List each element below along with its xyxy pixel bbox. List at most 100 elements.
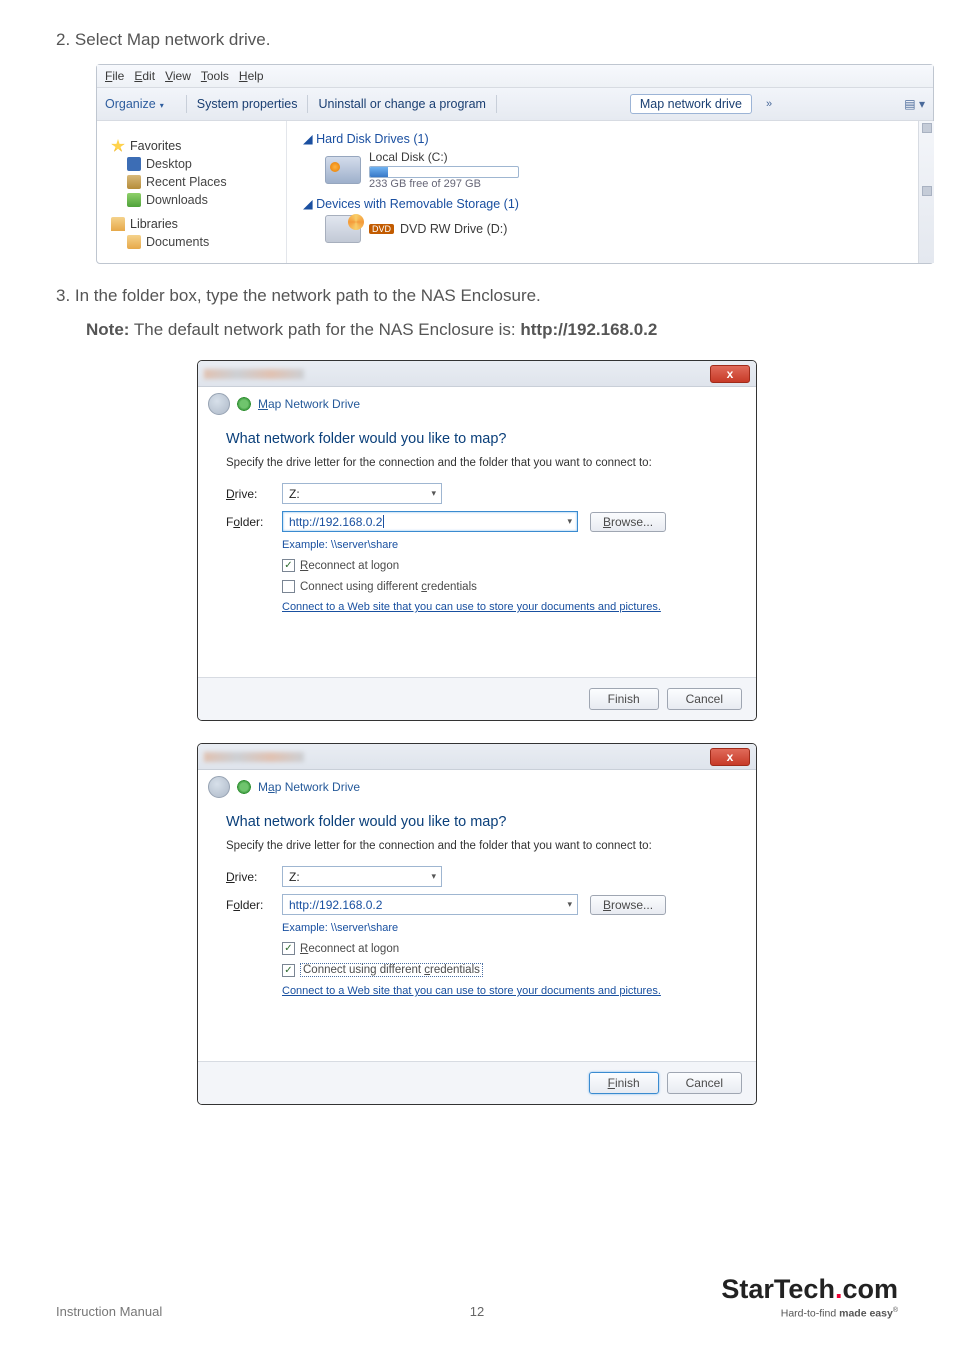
step-3-text: 3. In the folder box, type the network p… (56, 286, 898, 306)
reconnect-checkbox-row[interactable]: ✓ Reconnect at logon (282, 942, 728, 955)
system-properties-button[interactable]: System properties (197, 97, 298, 111)
finish-button[interactable]: Finish (589, 1072, 659, 1094)
scrollbar[interactable] (918, 121, 934, 263)
dialog-crumb: Map Network Drive (198, 770, 756, 806)
step-2-text: 2. Select Map network drive. (56, 30, 898, 50)
note-line: Note: The default network path for the N… (86, 320, 898, 340)
web-site-link[interactable]: Connect to a Web site that you can use t… (282, 601, 661, 613)
title-blur (204, 752, 304, 762)
close-button[interactable]: x (710, 748, 750, 766)
dialog-titlebar: x (198, 361, 756, 387)
checkbox-icon: ✓ (282, 942, 295, 955)
checkbox-icon: ✓ (282, 964, 295, 977)
menu-file[interactable]: File (105, 69, 124, 83)
removable-group-header[interactable]: ◢ Devices with Removable Storage (1) (303, 196, 917, 211)
finish-button[interactable]: Finish (589, 688, 659, 710)
hdd-group-header[interactable]: ◢ Hard Disk Drives (1) (303, 131, 917, 146)
menu-help[interactable]: Help (239, 69, 264, 83)
page-number: 12 (470, 1304, 484, 1319)
map-network-drive-dialog-1: x Map Network Drive What network folder … (197, 360, 757, 721)
note-url: http://192.168.0.2 (520, 320, 657, 339)
dvd-tag: DVD (369, 224, 394, 234)
dialog-subtext: Specify the drive letter for the connect… (226, 840, 728, 852)
credentials-checkbox-row[interactable]: ✓ Connect using different credentials (282, 963, 728, 977)
note-body: The default network path for the NAS Enc… (129, 320, 520, 339)
reconnect-checkbox-row[interactable]: ✓ Reconnect at logon (282, 559, 728, 572)
dialog-titlebar: x (198, 744, 756, 770)
folder-label: Folder: (226, 898, 282, 912)
sidebar-documents[interactable]: Documents (127, 235, 278, 249)
documents-label: Documents (146, 235, 209, 249)
dialog-subtext: Specify the drive letter for the connect… (226, 457, 728, 469)
dialog-title: Map Network Drive (258, 780, 360, 794)
credentials-checkbox-row[interactable]: Connect using different credentials (282, 580, 728, 593)
dvd-drive-item[interactable]: DVD DVD RW Drive (D:) (325, 215, 917, 243)
toolbar-separator (186, 95, 187, 113)
recent-label: Recent Places (146, 175, 227, 189)
organize-button[interactable]: Organize (105, 97, 176, 111)
menu-tools[interactable]: Tools (201, 69, 229, 83)
drive-label: Drive: (226, 870, 282, 884)
favorites-label: Favorites (130, 139, 181, 153)
sidebar-downloads[interactable]: Downloads (127, 193, 278, 207)
drive-icon (325, 156, 361, 184)
drive-select[interactable]: Z: (282, 483, 442, 504)
cancel-button[interactable]: Cancel (667, 688, 742, 710)
browse-button[interactable]: Browse... (590, 512, 666, 532)
dialog-footer: Finish Cancel (198, 1061, 756, 1104)
documents-icon (127, 235, 141, 249)
view-options-icon[interactable]: ▤ ▾ (895, 97, 925, 111)
disk-name: Local Disk (C:) (369, 150, 519, 164)
star-icon (111, 139, 125, 153)
cancel-button[interactable]: Cancel (667, 1072, 742, 1094)
explorer-menubar: File Edit View Tools Help (97, 65, 933, 88)
folder-input[interactable]: http://192.168.0.2 (282, 511, 578, 532)
back-icon[interactable] (208, 393, 230, 415)
tagline-a: Hard-to-find (781, 1307, 839, 1319)
network-icon (236, 779, 252, 795)
logo-text-a: StarTech (721, 1274, 835, 1304)
credentials-focus-outline: Connect using different credentials (300, 963, 483, 977)
close-button[interactable]: x (710, 365, 750, 383)
instruction-manual-label: Instruction Manual (56, 1304, 162, 1319)
explorer-sidebar: Favorites Desktop Recent Places Download… (97, 121, 287, 263)
tagline-b: made easy (839, 1307, 893, 1319)
recent-icon (127, 175, 141, 189)
folder-input[interactable]: http://192.168.0.2 (282, 894, 578, 915)
explorer-toolbar: Organize System properties Uninstall or … (97, 88, 933, 121)
sidebar-desktop[interactable]: Desktop (127, 157, 278, 171)
dialog-crumb: Map Network Drive (198, 387, 756, 423)
back-icon[interactable] (208, 776, 230, 798)
checkbox-icon (282, 580, 295, 593)
explorer-main: ◢ Hard Disk Drives (1) Local Disk (C:) 2… (287, 121, 933, 263)
sidebar-recent-places[interactable]: Recent Places (127, 175, 278, 189)
disk-free-text: 233 GB free of 297 GB (369, 178, 519, 190)
desktop-icon (127, 157, 141, 171)
local-disk-item[interactable]: Local Disk (C:) 233 GB free of 297 GB (325, 150, 917, 190)
registered-mark: ® (893, 1307, 898, 1314)
libraries-label: Libraries (130, 217, 178, 231)
dialog-heading: What network folder would you like to ma… (226, 431, 728, 447)
downloads-icon (127, 193, 141, 207)
title-blur (204, 369, 304, 379)
toolbar-overflow[interactable]: » (766, 98, 772, 110)
page-footer: Instruction Manual 12 StarTech.com Hard-… (56, 1274, 898, 1320)
drive-select[interactable]: Z: (282, 866, 442, 887)
downloads-label: Downloads (146, 193, 208, 207)
uninstall-button[interactable]: Uninstall or change a program (318, 97, 485, 111)
folder-label: Folder: (226, 515, 282, 529)
dialog-heading: What network folder would you like to ma… (226, 814, 728, 830)
capacity-bar (369, 166, 519, 178)
checkbox-icon: ✓ (282, 559, 295, 572)
menu-edit[interactable]: Edit (134, 69, 155, 83)
browse-button[interactable]: Browse... (590, 895, 666, 915)
map-network-drive-button[interactable]: Map network drive (630, 94, 752, 114)
sidebar-favorites[interactable]: Favorites (111, 139, 278, 153)
sidebar-libraries[interactable]: Libraries (111, 217, 278, 231)
logo-text-b: com (842, 1274, 898, 1304)
dvd-name: DVD RW Drive (D:) (400, 222, 507, 236)
example-text: Example: \\server\share (282, 539, 728, 551)
web-site-link[interactable]: Connect to a Web site that you can use t… (282, 985, 661, 997)
menu-view[interactable]: View (165, 69, 191, 83)
libraries-icon (111, 217, 125, 231)
